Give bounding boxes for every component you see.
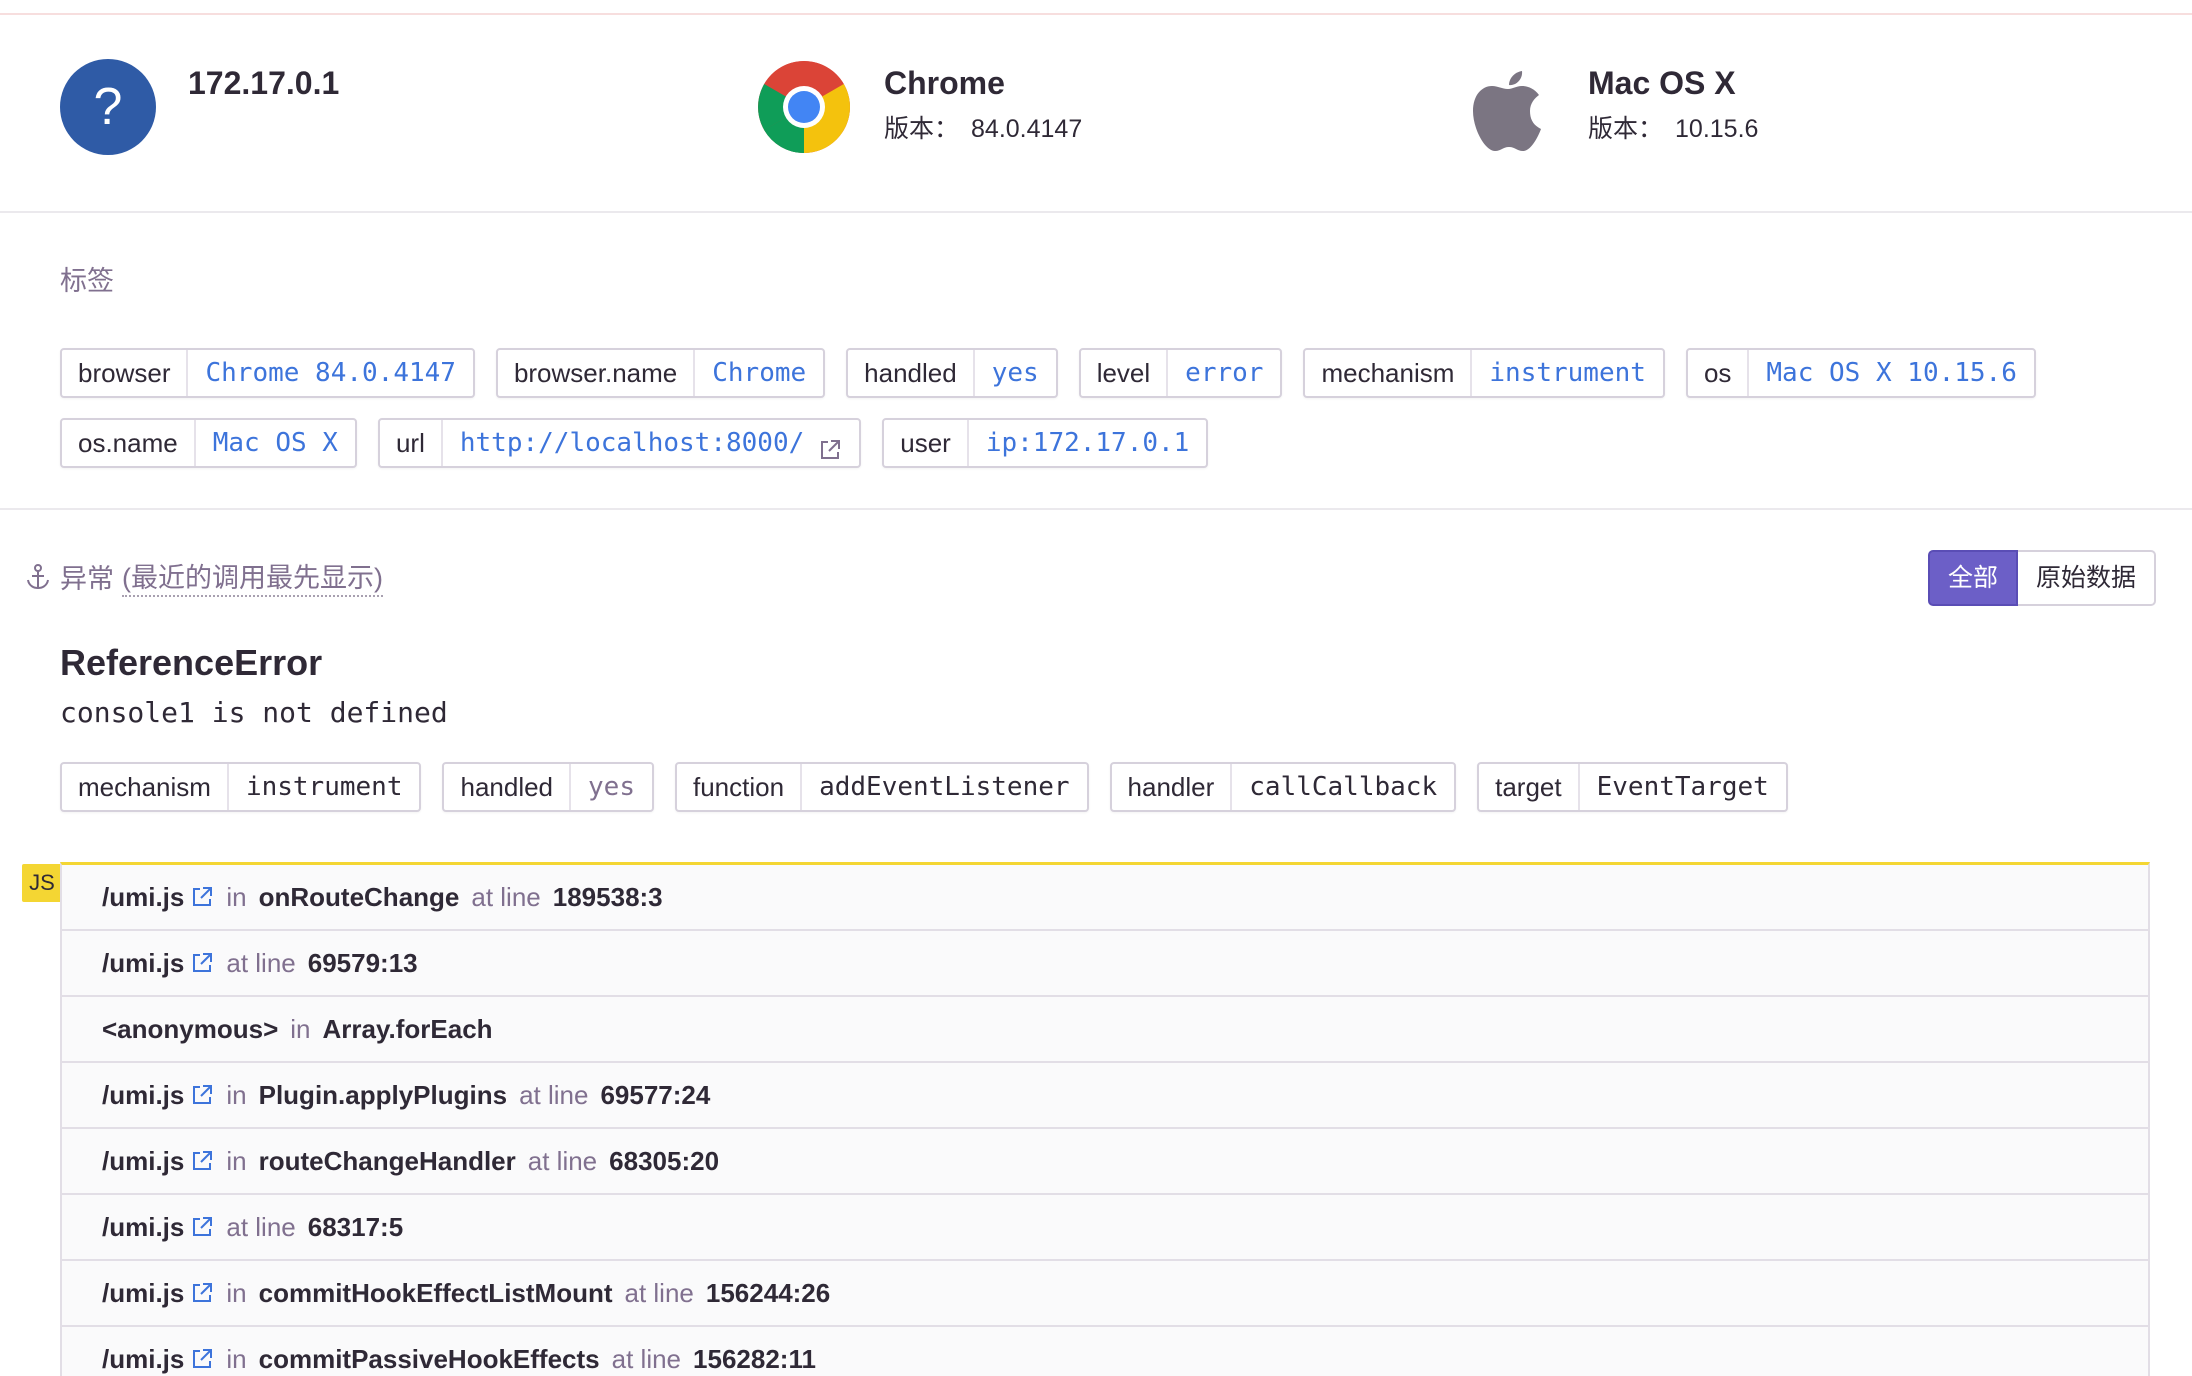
handled-tag: handled yes <box>442 762 654 812</box>
tags-section: 标签 browser Chrome 84.0.4147 browser.name C… <box>0 215 2192 510</box>
unknown-user-icon: ? <box>60 59 156 155</box>
exception-message: console1 is not defined <box>60 696 448 729</box>
stack-frame[interactable]: /umi.js in onRouteChange at line 189538:3 <box>62 865 2148 931</box>
mechanism-tags: mechanism instrument handled yes function a… <box>60 762 1788 812</box>
target-tag: target EventTarget <box>1477 762 1788 812</box>
raw-data-button[interactable]: 原始数据 <box>2018 550 2157 606</box>
external-link-icon[interactable] <box>818 431 842 459</box>
show-all-button[interactable]: 全部 <box>1928 550 2019 606</box>
chrome-icon <box>756 59 852 155</box>
platform-badge: JS <box>22 864 62 902</box>
browser-version: 版本： 84.0.4147 <box>884 115 1083 143</box>
tag-user[interactable]: user ip:172.17.0.1 <box>882 418 1209 468</box>
stack-frame[interactable]: /umi.js in commitPassiveHookEffects at li… <box>62 1327 2148 1376</box>
tag-os[interactable]: os Mac OS X 10.15.6 <box>1685 348 2036 398</box>
apple-icon <box>1460 59 1556 155</box>
browser-name: Chrome <box>884 65 1005 101</box>
top-border <box>0 0 2192 15</box>
display-toggle: 全部 原始数据 <box>1928 550 2157 606</box>
stack-frame[interactable]: /umi.js in routeChangeHandler at line 6830… <box>62 1129 2148 1195</box>
exception-type: ReferenceError <box>60 642 323 683</box>
external-link-icon[interactable] <box>190 1149 214 1173</box>
external-link-icon[interactable] <box>190 1215 214 1239</box>
stack-trace: /umi.js in onRouteChange at line 189538:3 … <box>60 862 2150 1376</box>
external-link-icon[interactable] <box>190 1083 214 1107</box>
exception-title: 异常 <box>60 564 114 594</box>
tag-url[interactable]: url http://localhost:8000/ <box>377 418 862 468</box>
tag-handled[interactable]: handled yes <box>846 348 1058 398</box>
os-name: Mac OS X <box>1588 65 1736 101</box>
exception-header[interactable]: 异常 (最近的调用最先显示) <box>24 556 383 597</box>
anchor-icon[interactable] <box>24 563 52 591</box>
stack-frame[interactable]: /umi.js at line 68317:5 <box>62 1195 2148 1261</box>
context-summary: ? 172.17.0.1 Chrome 版本： 84.0.4147 Mac OS… <box>0 15 2192 213</box>
handler-tag: handler callCallback <box>1109 762 1457 812</box>
os-version: 版本： 10.15.6 <box>1588 115 1759 143</box>
external-link-icon[interactable] <box>190 885 214 909</box>
external-link-icon[interactable] <box>190 951 214 975</box>
external-link-icon[interactable] <box>190 1281 214 1305</box>
stack-frame[interactable]: /umi.js in commitHookEffectListMount at l… <box>62 1261 2148 1327</box>
function-tag: function addEventListener <box>675 762 1089 812</box>
stack-frame[interactable]: /umi.js in Plugin.applyPlugins at line 695… <box>62 1063 2148 1129</box>
exception-subtitle: (最近的调用最先显示) <box>122 556 383 597</box>
tag-list: browser Chrome 84.0.4147 browser.name Chro… <box>60 348 2150 468</box>
tag-level[interactable]: level error <box>1078 348 1283 398</box>
tag-os-name[interactable]: os.name Mac OS X <box>60 418 357 468</box>
tag-mechanism[interactable]: mechanism instrument <box>1303 348 1665 398</box>
tags-title: 标签 <box>60 266 114 296</box>
mechanism-tag: mechanism instrument <box>60 762 422 812</box>
tag-browser-name[interactable]: browser.name Chrome <box>495 348 826 398</box>
external-link-icon[interactable] <box>190 1347 214 1371</box>
stack-frame[interactable]: <anonymous> in Array.forEach <box>62 997 2148 1063</box>
stack-frame[interactable]: /umi.js at line 69579:13 <box>62 931 2148 997</box>
user-ip: 172.17.0.1 <box>188 65 340 101</box>
tag-browser[interactable]: browser Chrome 84.0.4147 <box>60 348 475 398</box>
